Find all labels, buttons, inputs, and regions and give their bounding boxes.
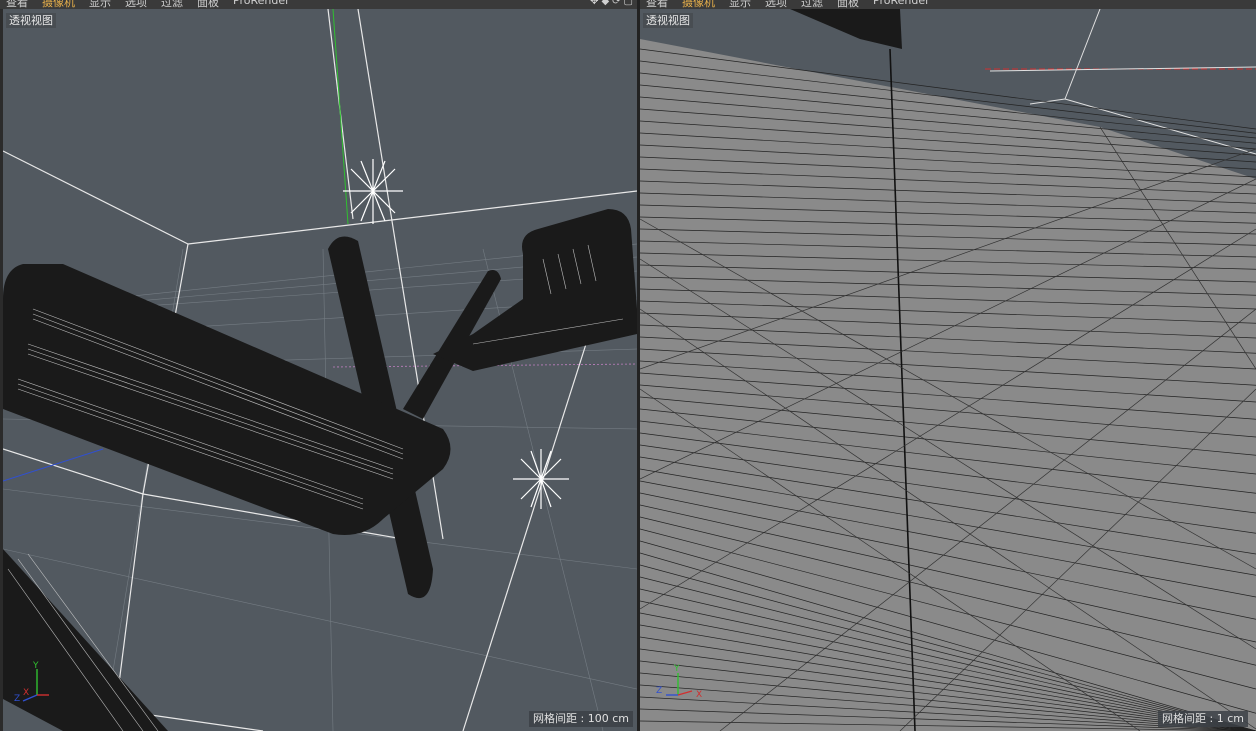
mesh-line: [640, 336, 1256, 370]
menu-panel[interactable]: 面板: [197, 0, 219, 9]
mesh-line: [640, 192, 1256, 214]
mesh-line: [640, 204, 1256, 224]
right-menu-items: 查看 摄像机 显示 选项 过滤 面板 ProRender: [646, 0, 930, 9]
maximize-icon[interactable]: ▢: [624, 0, 633, 7]
left-viewport-scene: [3, 9, 637, 731]
viewport-title[interactable]: 透视视图: [643, 13, 693, 28]
grid-spacing-readout: 网格间距 : 1 cm: [1158, 711, 1248, 727]
light-star-icon: [513, 449, 569, 509]
axis-y-label: Y: [673, 664, 680, 674]
menu-display[interactable]: 显示: [89, 0, 111, 9]
left-viewport-menubar: 查看 摄像机 显示 选项 过滤 面板 ProRender ✥ ◆ ⟳ ▢: [0, 0, 637, 9]
mesh-line: [640, 420, 1256, 494]
menu-camera[interactable]: 摄像机: [42, 0, 75, 9]
axis-z-label: Z: [14, 694, 20, 703]
mesh-line: [640, 540, 1256, 714]
mesh-line: [640, 288, 1256, 310]
left-nav-icons: ✥ ◆ ⟳ ▢: [590, 0, 633, 7]
mesh-line: [640, 300, 1256, 324]
mesh-line: [640, 528, 1256, 690]
mesh-lines: [640, 48, 1256, 731]
viewport-title[interactable]: 透视视图: [6, 13, 56, 28]
right-viewport-scene: [640, 9, 1256, 731]
axis-x-label: X: [696, 690, 702, 700]
right-viewport-menubar: 查看 摄像机 显示 选项 过滤 面板 ProRender: [640, 0, 1256, 9]
menu-filter[interactable]: 过滤: [801, 0, 823, 9]
grid-spacing-readout: 网格间距 : 100 cm: [529, 711, 633, 727]
mesh-line: [640, 312, 1256, 339]
right-perspective-viewport[interactable]: 透视视图 Y Z X 网格间距 : 1 cm: [640, 9, 1256, 731]
mesh-line: [640, 564, 1256, 731]
mesh-line: [640, 444, 1256, 534]
menu-display[interactable]: 显示: [729, 0, 751, 9]
mesh-line: [640, 588, 1256, 731]
mesh-line: [640, 396, 1256, 456]
menu-options[interactable]: 选项: [765, 0, 787, 9]
menu-filter[interactable]: 过滤: [161, 0, 183, 9]
menu-prorender[interactable]: ProRender: [233, 0, 290, 9]
rotate-icon[interactable]: ◆: [601, 0, 609, 7]
axis-x-label: X: [23, 688, 29, 698]
axis-gizmo: Y Z X: [14, 661, 49, 703]
menu-options[interactable]: 选项: [125, 0, 147, 9]
menu-view[interactable]: 查看: [6, 0, 28, 9]
left-perspective-viewport[interactable]: 透视视图 Y Z X 网格间距 : 100 cm: [3, 9, 637, 731]
mesh-line: [640, 240, 1256, 258]
mesh-line: [640, 180, 1256, 204]
zoom-icon[interactable]: ⟳: [612, 0, 620, 7]
axis-y-label: Y: [32, 661, 39, 671]
axis-z-label: Z: [656, 686, 662, 696]
mesh-line: [640, 168, 1256, 195]
mesh-line: [640, 432, 1256, 514]
mesh-line: [640, 504, 1256, 643]
menu-camera[interactable]: 摄像机: [682, 0, 715, 9]
axis-gizmo: Y Z X: [656, 664, 702, 700]
menu-panel[interactable]: 面板: [837, 0, 859, 9]
mesh-line: [640, 252, 1256, 270]
mesh-line: [640, 468, 1256, 576]
left-menu-items: 查看 摄像机 显示 选项 过滤 面板 ProRender: [6, 0, 290, 9]
menu-view[interactable]: 查看: [646, 0, 668, 9]
move-icon[interactable]: ✥: [590, 0, 598, 7]
menu-prorender[interactable]: ProRender: [873, 0, 930, 9]
mesh-line: [640, 384, 1256, 438]
